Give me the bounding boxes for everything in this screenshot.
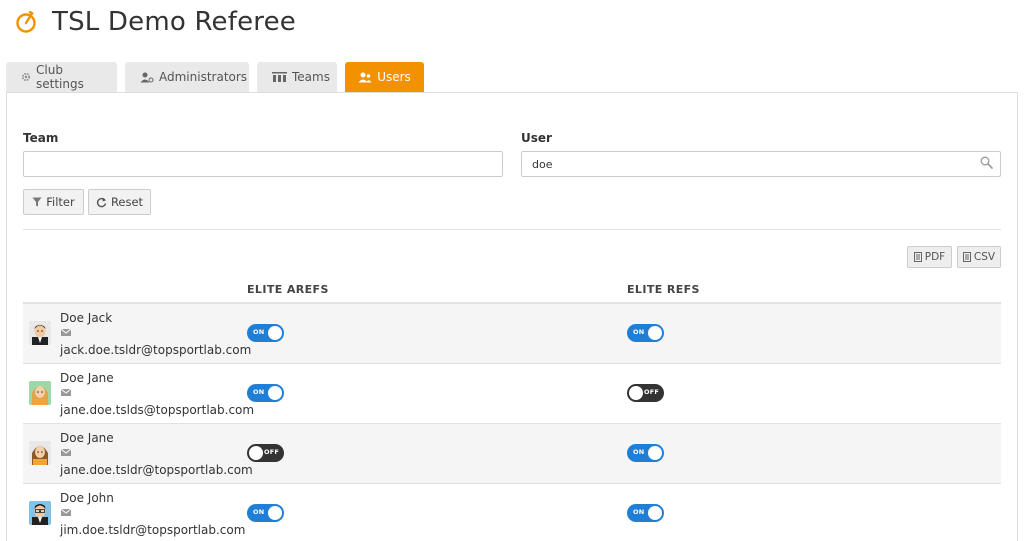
toggle-state: ON — [633, 328, 645, 336]
toggle-state: ON — [633, 508, 645, 516]
user-name: Doe Jane — [60, 371, 114, 385]
filter-button-label: Filter — [46, 195, 75, 209]
user-name: Doe John — [60, 491, 114, 505]
user-name: Doe Jack — [60, 311, 113, 325]
toggle-knob — [268, 506, 282, 520]
envelope-icon — [61, 389, 71, 396]
document-icon — [962, 252, 971, 262]
elite-refs-toggle[interactable]: ON — [627, 504, 664, 522]
toggle-state: OFF — [643, 388, 659, 396]
search-icon[interactable] — [980, 156, 993, 169]
avatar — [29, 441, 51, 465]
toggle-state: ON — [253, 388, 265, 396]
toggle-knob — [249, 446, 263, 460]
elite-arefs-toggle[interactable]: OFF — [247, 444, 284, 462]
csv-label: CSV — [973, 251, 996, 263]
admin-users-icon — [140, 72, 154, 83]
envelope-icon — [61, 509, 71, 516]
tab-administrators[interactable]: Administrators — [125, 62, 249, 92]
csv-export-button[interactable]: CSV — [957, 246, 1001, 268]
user-email[interactable]: jane.doe.tsldr@topsportlab.com — [60, 463, 253, 477]
tab-bar: Club settings Administrators Teams Users — [6, 62, 432, 92]
envelope-icon — [61, 449, 71, 456]
user-email[interactable]: jim.doe.tsldr@topsportlab.com — [60, 523, 245, 537]
users-panel: Team User Filter Reset PDF CSV ELITE ARE… — [6, 92, 1018, 541]
toggle-knob — [629, 386, 643, 400]
user-input[interactable] — [521, 151, 1001, 177]
team-label: Team — [23, 131, 59, 145]
tab-label: Administrators — [159, 70, 248, 84]
user-label: User — [521, 131, 552, 145]
user-email[interactable]: jane.doe.tslds@topsportlab.com — [60, 403, 254, 417]
elite-arefs-toggle[interactable]: ON — [247, 504, 284, 522]
page-title: TSL Demo Referee — [52, 7, 297, 37]
toggle-knob — [268, 326, 282, 340]
elite-arefs-toggle[interactable]: ON — [247, 324, 284, 342]
tab-teams[interactable]: Teams — [257, 62, 337, 92]
table-row: Doe Jane jane.doe.tslds@topsportlab.com … — [23, 364, 1001, 424]
user-search-field — [521, 151, 1001, 177]
tab-users[interactable]: Users — [345, 62, 424, 92]
avatar — [29, 501, 51, 525]
gear-icon — [21, 72, 31, 82]
document-icon — [913, 252, 922, 262]
pdf-label: PDF — [924, 251, 946, 263]
toggle-knob — [648, 506, 662, 520]
table-row: Doe Jane jane.doe.tsldr@topsportlab.com … — [23, 424, 1001, 484]
refresh-icon — [96, 197, 107, 208]
tab-label: Users — [377, 70, 411, 84]
toggle-knob — [268, 386, 282, 400]
table-row: Doe Jack jack.doe.tsldr@topsportlab.com … — [23, 304, 1001, 364]
users-icon — [358, 72, 372, 83]
filter-button[interactable]: Filter — [23, 189, 84, 215]
elite-refs-toggle[interactable]: OFF — [627, 384, 664, 402]
tab-club-settings[interactable]: Club settings — [6, 62, 117, 92]
reset-button-label: Reset — [110, 195, 144, 209]
user-email[interactable]: jack.doe.tsldr@topsportlab.com — [60, 343, 251, 357]
elite-refs-toggle[interactable]: ON — [627, 324, 664, 342]
pdf-export-button[interactable]: PDF — [907, 246, 952, 268]
elite-refs-toggle[interactable]: ON — [627, 444, 664, 462]
stopwatch-icon — [16, 10, 36, 33]
funnel-icon — [32, 197, 42, 207]
column-header-elite-arefs: ELITE AREFS — [247, 283, 329, 296]
toggle-state: ON — [253, 328, 265, 336]
teams-icon — [272, 72, 287, 82]
column-header-elite-refs: ELITE REFS — [627, 283, 700, 296]
app-header: TSL Demo Referee — [14, 4, 296, 40]
reset-button[interactable]: Reset — [88, 189, 151, 215]
envelope-icon — [61, 329, 71, 336]
elite-arefs-toggle[interactable]: ON — [247, 384, 284, 402]
toggle-knob — [648, 326, 662, 340]
tab-label: Teams — [292, 70, 330, 84]
tab-label: Club settings — [36, 63, 84, 91]
user-name: Doe Jane — [60, 431, 114, 445]
toggle-state: ON — [633, 448, 645, 456]
section-divider — [23, 229, 1001, 230]
toggle-state: OFF — [263, 448, 279, 456]
team-input[interactable] — [23, 151, 503, 177]
avatar — [29, 381, 51, 405]
toggle-knob — [648, 446, 662, 460]
avatar — [29, 321, 51, 345]
table-row: Doe John jim.doe.tsldr@topsportlab.com O… — [23, 484, 1001, 541]
toggle-state: ON — [253, 508, 265, 516]
